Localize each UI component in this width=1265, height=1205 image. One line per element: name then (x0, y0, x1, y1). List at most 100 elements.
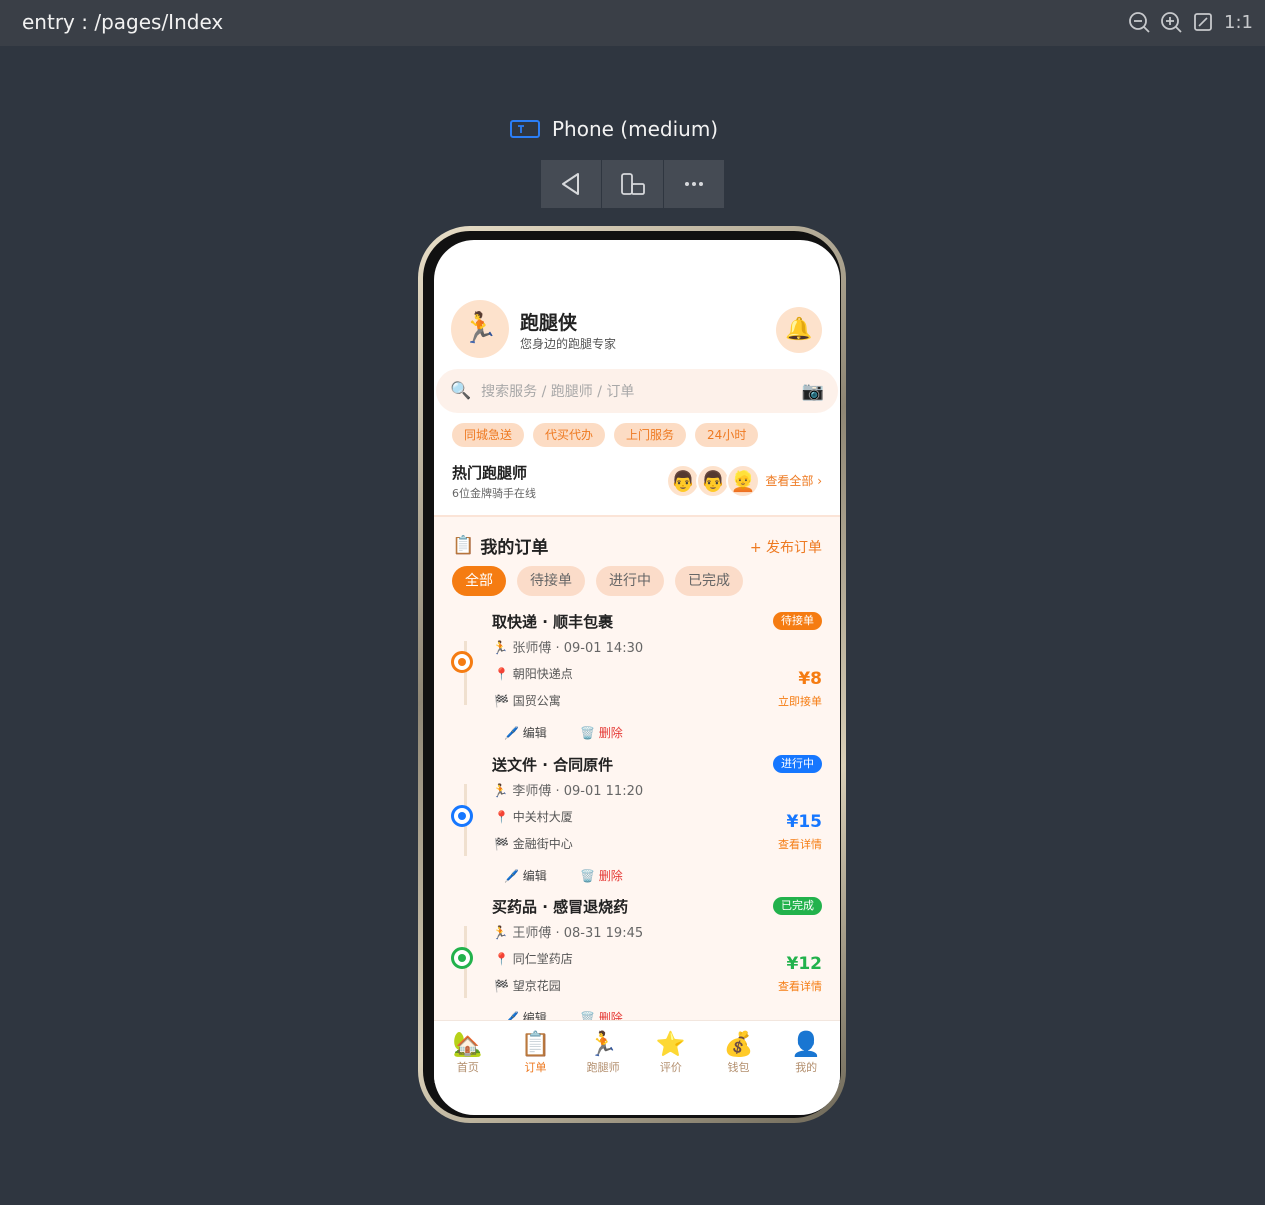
order-price: ¥8 (798, 669, 822, 689)
order-from: 📍 中关村大厦 (494, 808, 573, 825)
tab-completed[interactable]: 已完成 (675, 566, 743, 596)
trash-icon: 🗑️ (580, 726, 595, 740)
order-meta: 🏃 李师傅 · 09-01 11:20 (492, 780, 643, 799)
order-card[interactable]: 送文件 · 合同原件 进行中 🏃 李师傅 · 09-01 11:20 📍 中关村… (434, 754, 840, 896)
hot-runners-subtitle: 6位金牌骑手在线 (452, 487, 536, 500)
nav-orders[interactable]: 📋 订单 (502, 1021, 570, 1083)
hot-runners-title: 热门跑腿师 (452, 464, 528, 482)
camera-icon[interactable]: 📷 (802, 381, 824, 402)
nav-label: 首页 (456, 1061, 479, 1074)
ide-top-bar: entry : /pages/Index 1:1 (0, 0, 1265, 46)
flag-icon: 🏁 (494, 837, 509, 851)
triangle-left-icon (562, 173, 580, 195)
nav-runners[interactable]: 🏃 跑腿师 (569, 1021, 637, 1083)
pencil-icon: 🖊️ (504, 726, 519, 740)
zoom-out-icon[interactable] (1128, 11, 1150, 33)
from-address: 同仁堂药店 (512, 952, 573, 966)
order-meta: 🏃 张师傅 · 09-01 14:30 (492, 637, 643, 656)
service-chips: 同城急送 代买代办 上门服务 24小时 (452, 423, 759, 447)
more-button[interactable] (664, 160, 724, 208)
device-type-icon (510, 120, 540, 138)
runner-avatar-icon: 🏃 (451, 300, 509, 358)
flag-icon: 🏁 (494, 694, 509, 708)
delete-label: 删除 (598, 726, 623, 740)
tab-pending[interactable]: 待接单 (517, 566, 585, 596)
runner-face-icon[interactable]: 👨 (666, 464, 700, 498)
edit-button[interactable]: 🖊️ 编辑 (504, 724, 547, 741)
edit-button[interactable]: 🖊️ 编辑 (504, 867, 547, 884)
hot-runners: 热门跑腿师 6位金牌骑手在线 👨 👨 👱 查看全部 › (452, 462, 822, 502)
to-address: 金融街中心 (512, 837, 573, 851)
chip-purchase[interactable]: 代买代办 (533, 423, 606, 447)
view-details-button[interactable]: 查看详情 (778, 978, 822, 994)
user-icon: 👤 (791, 1030, 822, 1058)
pencil-icon: 🖊️ (504, 869, 519, 883)
device-label: Phone (medium) (510, 117, 718, 141)
runner-name: 王师傅 (512, 926, 552, 941)
to-address: 国贸公寓 (512, 694, 561, 708)
accept-order-button[interactable]: 立即接单 (778, 693, 822, 709)
from-address: 中关村大厦 (512, 810, 573, 824)
orders-title: 我的订单 (480, 538, 549, 558)
status-dot (451, 651, 473, 673)
device-name: Phone (medium) (552, 117, 719, 141)
order-title: 送文件 · 合同原件 (492, 756, 614, 774)
order-to: 🏁 望京花园 (494, 977, 561, 994)
chip-home-service[interactable]: 上门服务 (614, 423, 687, 447)
to-address: 望京花园 (512, 979, 561, 993)
nav-label: 订单 (524, 1061, 547, 1074)
order-time: 08-31 19:45 (563, 926, 644, 941)
runner-face-icon[interactable]: 👱 (726, 464, 760, 498)
rotate-button[interactable] (602, 160, 664, 208)
tab-in-progress[interactable]: 进行中 (596, 566, 664, 596)
chip-express[interactable]: 同城急送 (452, 423, 525, 447)
page-path: entry : /pages/Index (22, 10, 224, 34)
nav-home[interactable]: 🏡 首页 (434, 1021, 502, 1083)
orders-section: 📋 我的订单 + 发布订单 全部 待接单 进行中 已完成 取快递 · 顺丰包裹 … (434, 515, 840, 1022)
bottom-nav: 🏡 首页 📋 订单 🏃 跑腿师 ⭐ 评价 💰 钱包 👤 我的 (434, 1020, 840, 1083)
chip-24h[interactable]: 24小时 (695, 423, 759, 447)
search-input[interactable]: 搜索服务 / 跑腿师 / 订单 (481, 381, 801, 401)
order-card[interactable]: 取快递 · 顺丰包裹 待接单 🏃 张师傅 · 09-01 14:30 📍 朝阳快… (434, 611, 840, 753)
order-card[interactable]: 买药品 · 感冒退烧药 已完成 🏃 王师傅 · 08-31 19:45 📍 同仁… (434, 896, 840, 1022)
app-header: 🏃 跑腿侠 您身边的跑腿专家 🔔 (434, 240, 840, 372)
flag-icon: 🏁 (494, 979, 509, 993)
order-title: 买药品 · 感冒退烧药 (492, 898, 629, 916)
device-controls (541, 160, 724, 208)
house-icon: 🏡 (452, 1030, 483, 1058)
order-to: 🏁 金融街中心 (494, 835, 573, 852)
delete-button[interactable]: 🗑️ 删除 (580, 867, 623, 884)
view-all-link[interactable]: 查看全部 › (765, 472, 822, 489)
clipboard-icon: 📋 (452, 535, 475, 556)
zoom-in-icon[interactable] (1160, 11, 1182, 33)
delete-button[interactable]: 🗑️ 删除 (580, 724, 623, 741)
nav-label: 钱包 (727, 1061, 750, 1074)
order-from: 📍 同仁堂药店 (494, 950, 573, 967)
nav-profile[interactable]: 👤 我的 (772, 1021, 840, 1083)
clipboard-icon: 📋 (520, 1030, 551, 1058)
app-title: 跑腿侠 (520, 312, 578, 334)
separator: · (555, 641, 564, 656)
nav-wallet[interactable]: 💰 钱包 (705, 1021, 773, 1083)
order-time: 09-01 11:20 (563, 784, 644, 799)
nav-reviews[interactable]: ⭐ 评价 (637, 1021, 705, 1083)
view-details-button[interactable]: 查看详情 (778, 836, 822, 852)
back-button[interactable] (541, 160, 603, 208)
phone-screen: 🏃 跑腿侠 您身边的跑腿专家 🔔 🔍 搜索服务 / 跑腿师 / 订单 📷 同城急… (434, 240, 840, 1115)
status-dot (451, 947, 473, 969)
tab-all[interactable]: 全部 (452, 566, 506, 596)
runner-face-icon[interactable]: 👨 (696, 464, 730, 498)
delete-label: 删除 (598, 869, 623, 883)
fit-screen-icon[interactable] (1192, 11, 1214, 33)
hot-runner-avatars: 👨 👨 👱 (666, 464, 760, 498)
publish-order-button[interactable]: + 发布订单 (750, 537, 822, 557)
order-from: 📍 朝阳快递点 (494, 665, 573, 682)
status-badge: 已完成 (773, 897, 822, 915)
bell-icon[interactable]: 🔔 (776, 307, 822, 353)
nav-label: 我的 (795, 1061, 818, 1074)
search-bar[interactable]: 🔍 搜索服务 / 跑腿师 / 订单 📷 (436, 369, 838, 413)
runner-name: 李师傅 (512, 784, 552, 799)
money-bag-icon: 💰 (723, 1030, 754, 1058)
app-subtitle: 您身边的跑腿专家 (520, 337, 617, 351)
zoom-ratio[interactable]: 1:1 (1224, 12, 1253, 33)
